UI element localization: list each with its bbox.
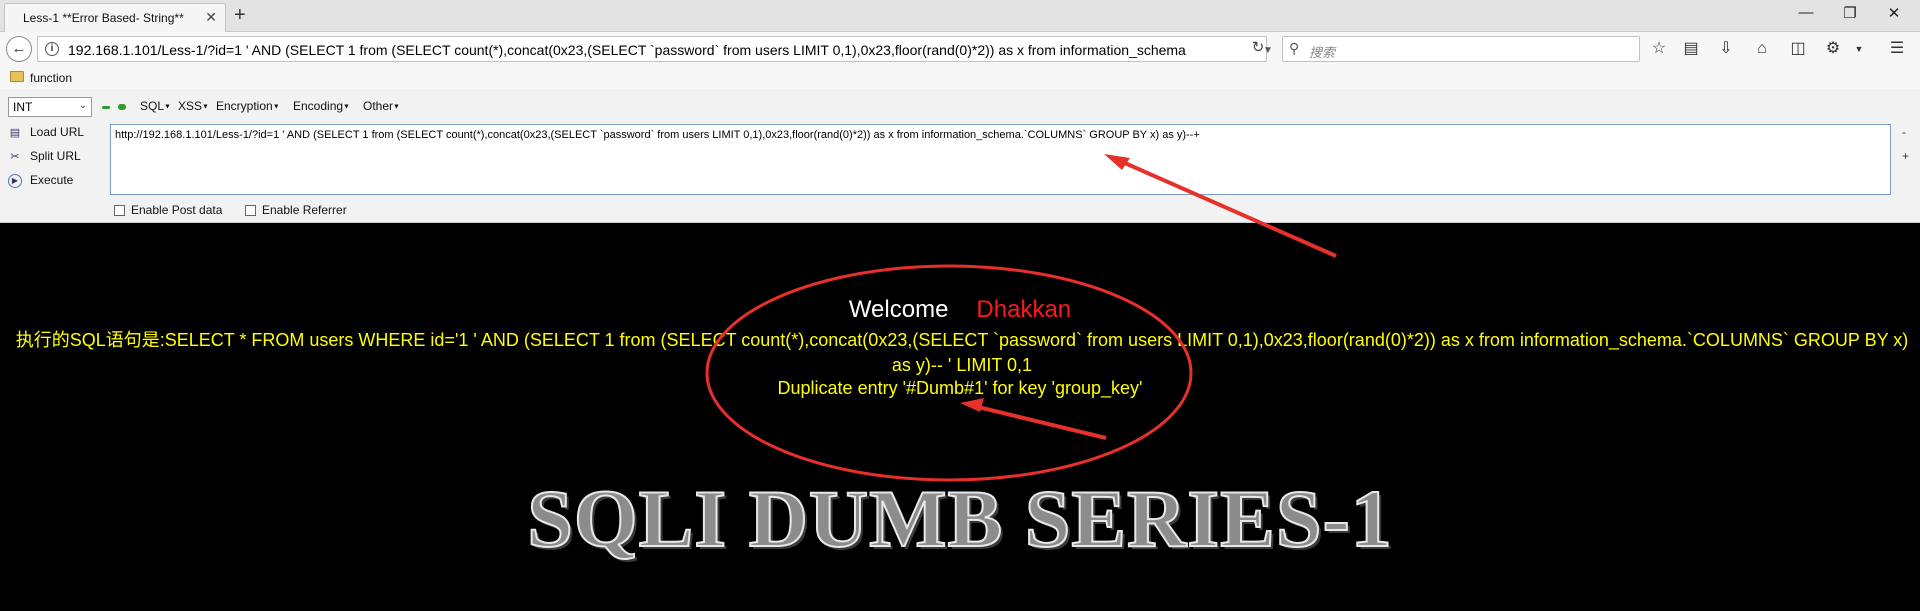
- menu-encryption-label: Encryption: [216, 99, 273, 113]
- reader-icon[interactable]: ▤: [1680, 38, 1702, 60]
- menu-sql[interactable]: SQL▼: [140, 99, 171, 113]
- search-input[interactable]: ⚲ 搜索: [1282, 36, 1640, 62]
- welcome-text: Welcome: [848, 296, 949, 323]
- checkbox-box[interactable]: [114, 205, 125, 217]
- load-url-button[interactable]: ▤ Load URL: [8, 125, 84, 140]
- nav-bar: ← i 192.168.1.101/Less-1/?id=1 ' AND (SE…: [0, 32, 1920, 66]
- plus-icon[interactable]: [118, 104, 126, 110]
- chevron-down-icon: ⌄: [78, 100, 87, 111]
- user-name: Dhakkan: [976, 296, 1072, 323]
- execute-label: Execute: [30, 173, 74, 187]
- welcome-line: Welcome Dhakkan: [0, 296, 1920, 324]
- search-placeholder: 搜索: [1309, 45, 1336, 60]
- hackbar-type-value: INT: [13, 100, 33, 114]
- back-arrow-icon[interactable]: ←: [6, 36, 32, 62]
- pocket-icon[interactable]: ◫: [1787, 38, 1809, 60]
- menu-encryption[interactable]: Encryption▼: [216, 99, 280, 113]
- load-url-label: Load URL: [30, 125, 85, 139]
- info-icon[interactable]: i: [45, 42, 59, 56]
- split-url-label: Split URL: [30, 149, 81, 163]
- post-data-label: Enable Post data: [131, 203, 223, 217]
- scissors-icon: ✂: [10, 150, 20, 163]
- extension-icon[interactable]: ⚙: [1822, 38, 1844, 60]
- search-icon: ⚲: [1289, 40, 1300, 56]
- menu-sql-label: SQL: [140, 99, 165, 113]
- execute-button[interactable]: ▶ Execute: [8, 173, 73, 188]
- menu-xss[interactable]: XSS▼: [178, 99, 209, 113]
- checkbox-box[interactable]: [245, 205, 256, 217]
- shrink-button[interactable]: -: [1902, 125, 1906, 139]
- referrer-label: Enable Referrer: [262, 203, 347, 217]
- menu-other[interactable]: Other▼: [363, 99, 400, 113]
- referrer-checkbox[interactable]: Enable Referrer: [245, 203, 347, 217]
- bookmark-function[interactable]: function: [30, 71, 72, 85]
- page-content: Welcome Dhakkan 执行的SQL语句是:SELECT * FROM u…: [0, 224, 1920, 611]
- tab-strip: Less-1 **Error Based- String** ✕ + — ❐ ✕: [0, 0, 1920, 32]
- menu-xss-label: XSS: [178, 99, 203, 113]
- expand-button[interactable]: +: [1902, 149, 1909, 163]
- menu-encoding[interactable]: Encoding▼: [293, 99, 350, 113]
- load-url-icon: ▤: [9, 126, 21, 139]
- hackbar-type-select[interactable]: INT ⌄: [8, 97, 92, 117]
- bookmarks-bar: function: [0, 66, 1920, 89]
- download-icon[interactable]: ⇩: [1715, 38, 1737, 60]
- home-icon[interactable]: ⌂: [1751, 38, 1773, 60]
- minimize-icon[interactable]: —: [1796, 4, 1816, 21]
- url-text[interactable]: 192.168.1.101/Less-1/?id=1 ' AND (SELECT…: [68, 42, 1248, 58]
- star-icon[interactable]: ☆: [1648, 38, 1670, 60]
- chevron-down-icon[interactable]: ▼: [1848, 38, 1870, 60]
- play-icon: ▶: [8, 173, 22, 188]
- close-window-icon[interactable]: ✕: [1884, 4, 1904, 22]
- restore-icon[interactable]: ❐: [1840, 4, 1860, 22]
- post-data-checkbox[interactable]: Enable Post data: [114, 203, 222, 217]
- minus-icon[interactable]: [102, 106, 110, 109]
- tab-active[interactable]: Less-1 **Error Based- String** ✕: [4, 3, 226, 32]
- hackbar-url-input[interactable]: http://192.168.1.101/Less-1/?id=1 ' AND …: [110, 124, 1891, 195]
- reload-icon[interactable]: ↻: [1247, 36, 1269, 62]
- menu-other-label: Other: [363, 99, 394, 113]
- tab-title: Less-1 **Error Based- String**: [23, 11, 184, 25]
- url-bar[interactable]: i 192.168.1.101/Less-1/?id=1 ' AND (SELE…: [37, 36, 1273, 62]
- sql-statement: 执行的SQL语句是:SELECT * FROM users WHERE id='…: [15, 330, 1909, 375]
- error-message: Duplicate entry '#Dumb#1' for key 'group…: [777, 378, 1143, 398]
- folder-icon: [10, 71, 24, 82]
- tab-close-icon[interactable]: ✕: [205, 9, 217, 26]
- menu-encoding-label: Encoding: [293, 99, 344, 113]
- menu-icon[interactable]: ☰: [1886, 38, 1908, 60]
- hackbar-panel: INT ⌄ SQL▼ XSS▼ Encryption▼ Encoding▼ Ot…: [0, 89, 1920, 223]
- series-banner: SQLI DUMB SERIES-1: [526, 472, 1393, 565]
- new-tab-button[interactable]: +: [234, 4, 246, 27]
- split-url-button[interactable]: ✂ Split URL: [8, 149, 81, 164]
